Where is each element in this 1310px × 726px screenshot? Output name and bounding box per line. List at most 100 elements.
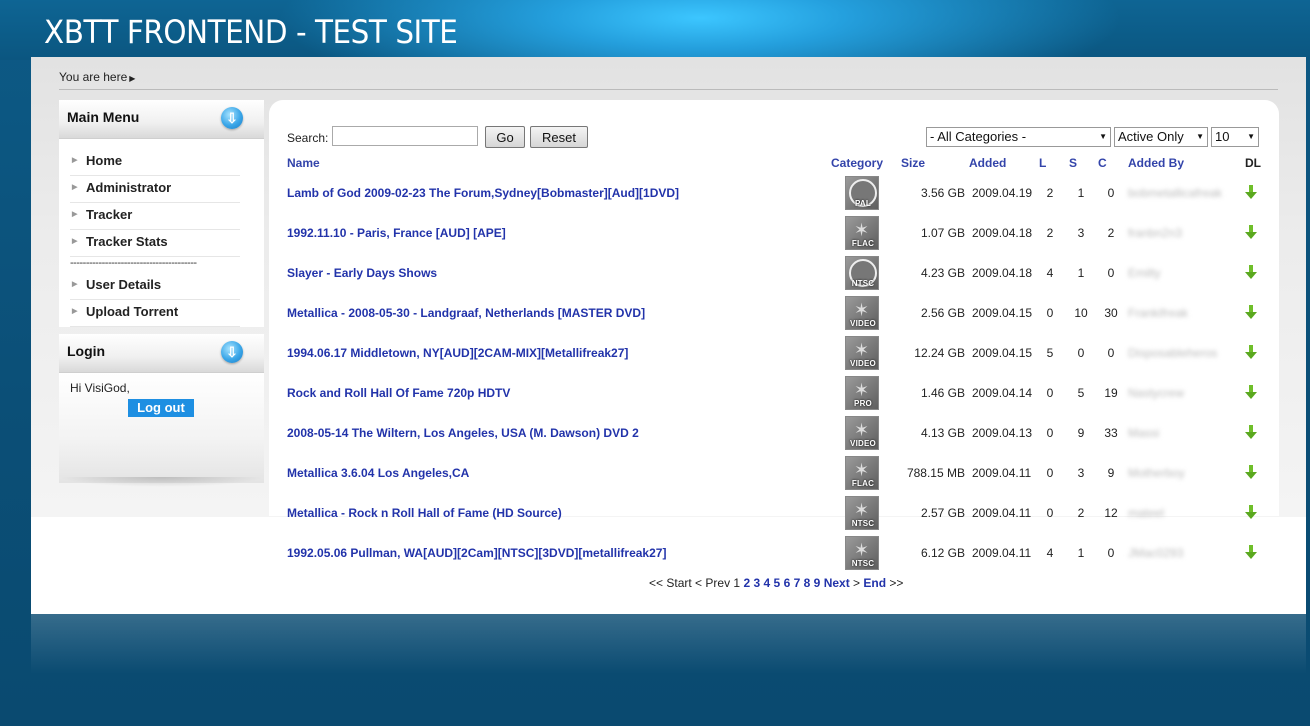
pagination-page-9[interactable]: 9 <box>814 576 821 590</box>
torrent-seeders: 5 <box>1077 386 1085 400</box>
torrent-seeders: 3 <box>1077 466 1085 480</box>
torrent-leechers: 2 <box>1046 186 1054 200</box>
limit-select[interactable]: 10 ▼ <box>1211 127 1259 147</box>
download-arrow-icon[interactable] <box>1244 213 1258 253</box>
category-icon[interactable]: ✶ VIDEO <box>845 416 879 450</box>
down-arrow-circle-icon[interactable]: ⇩ <box>221 341 243 363</box>
pagination-start: << Start <box>649 576 692 590</box>
down-arrow-circle-icon[interactable]: ⇩ <box>221 107 243 129</box>
pagination-page-7[interactable]: 7 <box>794 576 801 590</box>
download-arrow-icon[interactable] <box>1244 373 1258 413</box>
category-icon[interactable]: PAL <box>845 176 879 210</box>
torrent-leechers: 4 <box>1046 266 1054 280</box>
pagination-end[interactable]: End <box>863 576 886 590</box>
torrent-seeders: 2 <box>1077 506 1085 520</box>
table-row: Rock and Roll Hall Of Fame 720p HDTV ✶ PR… <box>287 373 1262 413</box>
download-arrow-icon[interactable] <box>1244 533 1258 573</box>
torrent-name-link[interactable]: Metallica 3.6.04 Los Angeles,CA <box>287 453 469 493</box>
pagination: << Start < Prev 1 2 3 4 5 6 7 8 9 Next >… <box>649 576 903 590</box>
menu-item-home[interactable]: ▶ Home <box>70 149 240 176</box>
torrent-name-link[interactable]: 1992.05.06 Pullman, WA[AUD][2Cam][NTSC][… <box>287 533 666 573</box>
breadcrumb-label: You are here <box>59 70 128 84</box>
torrent-size: 12.24 GB <box>914 346 965 360</box>
download-arrow-icon[interactable] <box>1244 253 1258 293</box>
category-icon[interactable]: ✶ NTSC <box>845 536 879 570</box>
torrent-added-by: Massi <box>1128 426 1160 440</box>
torrent-added: 2009.04.11 <box>972 466 1032 480</box>
torrent-added-by: franbn2n3 <box>1128 226 1183 240</box>
breadcrumb: You are here ▶ <box>59 70 135 84</box>
download-arrow-icon[interactable] <box>1244 293 1258 333</box>
torrent-size: 788.15 MB <box>906 466 965 480</box>
column-header-seeders[interactable]: S <box>1069 156 1077 170</box>
menu-item-user-details[interactable]: ▶ User Details <box>70 273 240 300</box>
menu-item-upload-torrent[interactable]: ▶ Upload Torrent <box>70 300 240 327</box>
category-icon[interactable]: ✶ NTSC <box>845 496 879 530</box>
search-input[interactable] <box>332 126 478 146</box>
torrent-size: 4.13 GB <box>920 426 965 440</box>
download-arrow-icon[interactable] <box>1244 173 1258 213</box>
go-button[interactable]: Go <box>485 126 525 148</box>
menu-item-tracker-stats[interactable]: ▶ Tracker Stats <box>70 230 240 257</box>
main-menu-header: Main Menu ⇩ <box>59 100 264 139</box>
reset-button[interactable]: Reset <box>530 126 588 148</box>
main-menu-title: Main Menu <box>67 109 140 125</box>
triangle-right-icon: ▶ <box>72 184 78 191</box>
torrent-name-link[interactable]: 1992.11.10 - Paris, France [AUD] [APE] <box>287 213 506 253</box>
torrent-added: 2009.04.18 <box>972 266 1033 280</box>
torrent-added-by: Disposableheros <box>1128 346 1218 360</box>
torrent-completed: 0 <box>1107 186 1115 200</box>
status-select-value: Active Only <box>1118 129 1184 144</box>
menu-item-administrator[interactable]: ▶ Administrator <box>70 176 240 203</box>
column-header-leechers[interactable]: L <box>1039 156 1046 170</box>
category-select[interactable]: - All Categories - ▼ <box>926 127 1111 147</box>
torrent-added-by: Motherboy <box>1128 466 1185 480</box>
column-header-category[interactable]: Category <box>831 156 883 170</box>
download-arrow-icon[interactable] <box>1244 493 1258 533</box>
torrent-seeders: 9 <box>1077 426 1085 440</box>
torrent-completed: 19 <box>1104 386 1118 400</box>
menu-item-tracker[interactable]: ▶ Tracker <box>70 203 240 230</box>
column-header-name[interactable]: Name <box>287 156 320 170</box>
torrent-name-link[interactable]: Rock and Roll Hall Of Fame 720p HDTV <box>287 373 510 413</box>
torrent-seeders: 1 <box>1077 266 1085 280</box>
column-header-size[interactable]: Size <box>901 156 925 170</box>
pagination-page-8[interactable]: 8 <box>804 576 811 590</box>
column-header-added-by[interactable]: Added By <box>1128 156 1184 170</box>
header-banner: XBTT FRONTEND - TEST SITE <box>0 0 1310 60</box>
pagination-page-5[interactable]: 5 <box>774 576 781 590</box>
category-icon[interactable]: ✶ VIDEO <box>845 296 879 330</box>
table-row: 1992.11.10 - Paris, France [AUD] [APE] ✶… <box>287 213 1262 253</box>
torrent-name-link[interactable]: Lamb of God 2009-02-23 The Forum,Sydney[… <box>287 173 679 213</box>
torrent-name-link[interactable]: 1994.06.17 Middletown, NY[AUD][2CAM-MIX]… <box>287 333 628 373</box>
torrent-size: 2.57 GB <box>920 506 965 520</box>
logout-button[interactable]: Log out <box>128 399 194 417</box>
torrent-size: 1.46 GB <box>920 386 965 400</box>
torrent-added: 2009.04.15 <box>972 346 1033 360</box>
pagination-page-4[interactable]: 4 <box>764 576 771 590</box>
pagination-next[interactable]: Next <box>824 576 850 590</box>
category-icon[interactable]: ✶ PRO <box>845 376 879 410</box>
category-icon[interactable]: ✶ FLAC <box>845 216 879 250</box>
pagination-page-3[interactable]: 3 <box>753 576 760 590</box>
torrent-name-link[interactable]: Slayer - Early Days Shows <box>287 253 437 293</box>
status-select[interactable]: Active Only ▼ <box>1114 127 1208 147</box>
category-icon[interactable]: NTSC <box>845 256 879 290</box>
category-icon[interactable]: ✶ VIDEO <box>845 336 879 370</box>
column-header-added[interactable]: Added <box>969 156 1006 170</box>
torrent-name-link[interactable]: 2008-05-14 The Wiltern, Los Angeles, USA… <box>287 413 639 453</box>
limit-select-value: 10 <box>1215 129 1230 144</box>
pagination-page-6[interactable]: 6 <box>784 576 791 590</box>
pagination-page-2[interactable]: 2 <box>743 576 750 590</box>
category-icon[interactable]: ✶ FLAC <box>845 456 879 490</box>
download-arrow-icon[interactable] <box>1244 413 1258 453</box>
torrent-name-link[interactable]: Metallica - Rock n Roll Hall of Fame (HD… <box>287 493 562 533</box>
column-header-completed[interactable]: C <box>1098 156 1107 170</box>
torrent-name-link[interactable]: Metallica - 2008-05-30 - Landgraaf, Neth… <box>287 293 645 333</box>
download-arrow-icon[interactable] <box>1244 333 1258 373</box>
triangle-right-icon: ▶ <box>72 157 78 164</box>
torrent-added-by: Frankifreak <box>1128 306 1189 320</box>
download-arrow-icon[interactable] <box>1244 453 1258 493</box>
torrent-leechers: 2 <box>1046 226 1054 240</box>
torrent-added: 2009.04.18 <box>972 226 1033 240</box>
